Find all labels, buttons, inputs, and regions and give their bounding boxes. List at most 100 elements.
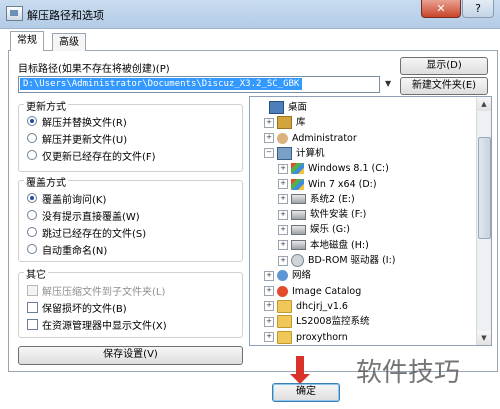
app-icon [6,6,23,21]
overwrite-rename-radio[interactable] [27,244,37,254]
folder-icon [277,330,292,344]
collapse-icon[interactable]: − [264,148,274,159]
ok-button[interactable]: 确定 [272,383,340,402]
overwrite-mode-title: 覆盖方式 [24,174,68,189]
tree-node[interactable]: + 系统2 (E:) [278,193,355,207]
save-settings-button[interactable]: 保存设置(V) [18,346,243,365]
target-path-value: D:\Users\Administrator\Documents\Discuz_… [20,78,303,90]
extract-subfolder-label: 解压压缩文件到子文件夹(L) [42,287,166,298]
update-update-radio[interactable] [27,133,37,143]
tree-node[interactable]: + Windows 8.1 (C:) [278,162,389,176]
expand-icon[interactable]: + [264,332,274,342]
tree-node[interactable]: + Win 7 x64 (D:) [278,178,377,192]
tab-general[interactable]: 常规 [10,31,44,51]
tree-node-label: 计算机 [296,147,325,159]
drive-icon [291,209,306,220]
help-button[interactable]: ? [462,0,494,18]
overwrite-silent-label: 没有提示直接覆盖(W) [42,212,140,223]
overwrite-skip-radio[interactable] [27,227,37,237]
tree-node-label: 系统2 (E:) [310,193,355,205]
show-button[interactable]: 显示(D) [400,57,488,75]
drive-icon [291,240,306,251]
expand-icon[interactable]: + [264,270,274,281]
expand-icon[interactable]: + [278,255,288,266]
tree-node-label: Image Catalog [292,285,362,297]
tree-node-label: Administrator [292,132,357,144]
tree-node-label: 娱乐 (G:) [310,224,350,236]
update-replace-label: 解压并替换文件(R) [42,118,127,129]
update-replace-radio[interactable] [27,116,37,126]
tree-node[interactable]: − 计算机 [264,146,325,161]
expand-icon[interactable]: + [278,240,288,251]
title-bar: 解压路径和选项 ✕ ? [0,0,500,29]
expand-icon[interactable]: + [264,117,274,128]
overwrite-skip-label: 跳过已经存在的文件(S) [42,229,147,240]
tree-node[interactable]: 桌面 [256,101,307,115]
tree-node[interactable]: + 软件安装 (F:) [278,208,366,222]
computer-icon [277,146,292,160]
expand-icon[interactable]: + [278,163,288,174]
tree-node-label: 本地磁盘 (H:) [310,239,369,251]
expand-icon[interactable]: + [264,133,274,144]
overwrite-silent-radio[interactable] [27,210,37,220]
tree-node[interactable]: + BD-ROM 驱动器 (I:) [278,254,396,268]
user-icon [277,132,288,144]
scroll-thumb[interactable] [478,137,491,239]
tree-node-label: 软件安装 (F:) [310,209,367,221]
update-update-label: 解压并更新文件(U) [42,135,128,146]
tree-node-label: dhcjrj_v1.6 [296,300,348,312]
tree-node[interactable]: + 本地磁盘 (H:) [278,239,369,253]
overwrite-ask-radio[interactable] [27,193,37,203]
expand-icon[interactable]: + [264,301,274,312]
tree-node-label: 桌面 [288,102,308,113]
tree-node[interactable]: + LS2008监控系统 [264,315,370,329]
tree-node-label: 网络 [292,270,312,282]
folder-icon [277,315,292,329]
close-button[interactable]: ✕ [421,0,461,18]
windows-drive-icon [291,178,304,190]
desktop-icon [269,101,284,114]
folder-icon [277,299,292,313]
expand-icon[interactable]: + [278,224,288,235]
folder-tree[interactable]: 桌面 + 库 + Administrator − 计算机 + Windows 8.1 (C:) +… [249,96,492,346]
update-existing-label: 仅更新已经存在的文件(F) [42,152,156,163]
tree-node-label: proxythorn [296,331,348,343]
target-path-input[interactable]: D:\Users\Administrator\Documents\Discuz_… [18,76,391,93]
show-in-explorer-checkbox[interactable] [27,319,38,330]
new-folder-button[interactable]: 新建文件夹(E) [400,77,488,95]
watermark: 软件技巧 [356,358,461,388]
chevron-down-icon[interactable]: ▼ [385,79,391,88]
cd-drive-icon [291,254,304,267]
windows-drive-icon [291,163,304,175]
tree-node[interactable]: + dhcjrj_v1.6 [264,299,348,314]
expand-icon[interactable]: + [264,316,274,327]
tree-node-label: LS2008监控系统 [296,316,370,328]
red-arrow-icon [296,356,304,376]
network-icon [277,270,288,282]
tree-node[interactable]: + 娱乐 (G:) [278,223,350,237]
expand-icon[interactable]: + [278,209,288,220]
update-mode-title: 更新方式 [24,98,68,113]
keep-broken-checkbox[interactable] [27,302,38,313]
tab-advanced[interactable]: 高级 [52,33,86,51]
tree-node-label: 库 [296,117,306,129]
tree-node[interactable]: + Image Catalog [264,285,361,299]
expand-icon[interactable]: + [278,179,288,189]
tree-scrollbar[interactable]: ▲ ▼ [476,97,491,345]
tree-node[interactable]: + Administrator [264,132,357,146]
tree-node[interactable]: + 网络 [264,269,311,283]
tree-node-label: BD-ROM 驱动器 (I:) [308,255,396,266]
image-catalog-icon [277,285,288,297]
expand-icon[interactable]: + [264,286,274,297]
target-path-label: 目标路径(如果不存在将被创建)(P) [18,64,170,75]
expand-icon[interactable]: + [278,194,288,205]
drive-icon [291,194,306,205]
tree-node[interactable]: + proxythorn [264,330,348,345]
misc-title: 其它 [24,266,48,281]
extract-subfolder-checkbox[interactable] [27,285,38,296]
scroll-down-icon[interactable]: ▼ [477,331,491,345]
show-in-explorer-label: 在资源管理器中显示文件(X) [42,321,167,332]
update-existing-radio[interactable] [27,150,37,160]
scroll-up-icon[interactable]: ▲ [477,97,491,111]
tree-node[interactable]: + 库 [264,116,306,130]
